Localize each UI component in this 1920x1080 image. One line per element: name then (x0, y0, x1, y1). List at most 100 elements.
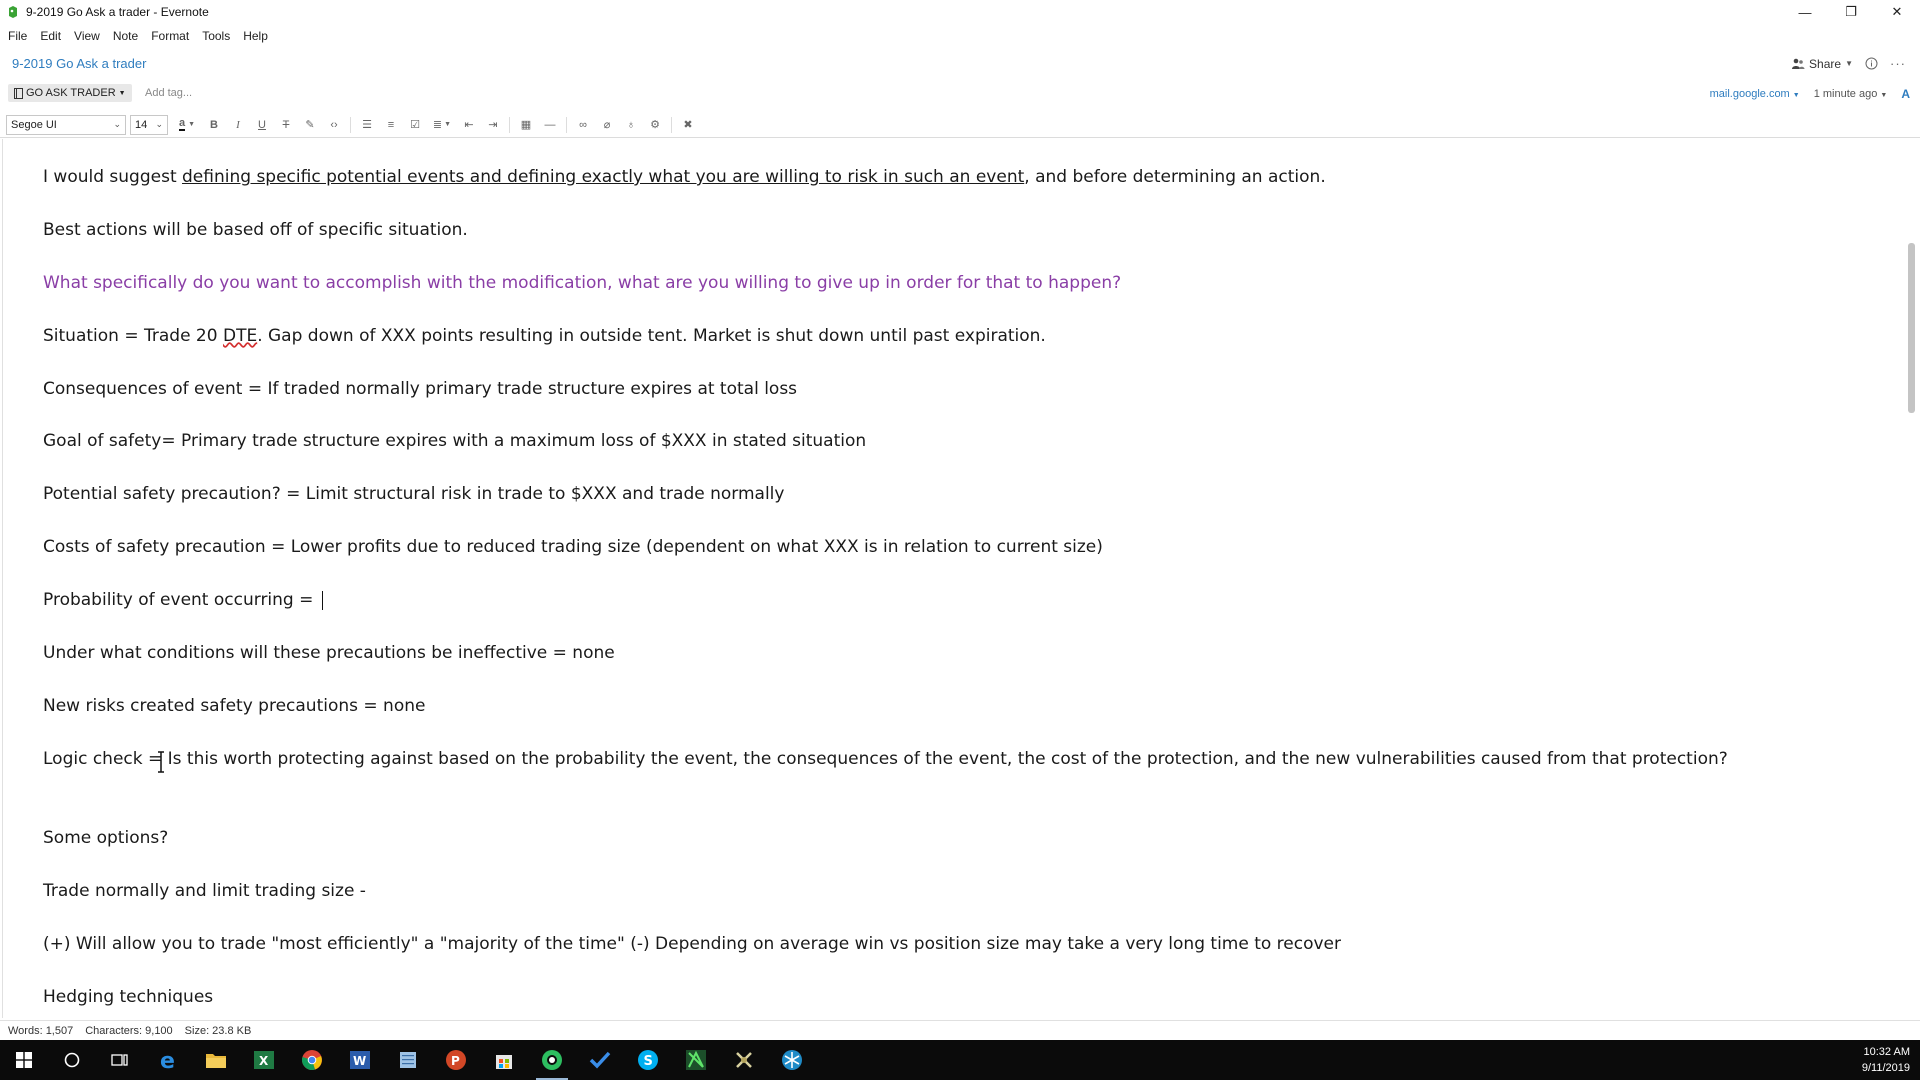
paragraph: Under what conditions will these precaut… (43, 643, 615, 663)
taskbar-edge[interactable]: e (144, 1040, 192, 1080)
menu-help[interactable]: Help (243, 29, 268, 43)
taskbar-snowflake-app[interactable] (768, 1040, 816, 1080)
store-icon (496, 1055, 512, 1069)
font-family-select[interactable]: Segoe UI ⌄ (6, 114, 126, 135)
cortana-button[interactable] (48, 1040, 96, 1080)
attach-button[interactable]: ⌀ (595, 115, 619, 135)
paragraph: I would suggest defining specific potent… (43, 167, 1326, 187)
add-tag-input[interactable]: Add tag... (145, 87, 192, 99)
taskbar-powerpoint[interactable]: P (432, 1040, 480, 1080)
svg-text:S: S (644, 1054, 653, 1069)
highlight-button[interactable]: ✎ (298, 115, 322, 135)
menu-tools[interactable]: Tools (202, 29, 230, 43)
checkbox-button[interactable]: ☑ (403, 115, 427, 135)
horizontal-rule-button[interactable]: — (538, 115, 562, 135)
scrollbar-thumb[interactable] (1908, 243, 1915, 413)
clear-format-button[interactable]: ✖ (676, 115, 700, 135)
code-icon: ‹› (330, 118, 338, 131)
paragraph: Costs of safety precaution = Lower profi… (43, 537, 1103, 557)
skype-icon: S (638, 1050, 658, 1070)
microphone-icon: ♁ (626, 118, 636, 131)
svg-text:P: P (451, 1054, 460, 1068)
italic-button[interactable]: I (226, 115, 250, 135)
taskbar-todo[interactable] (576, 1040, 624, 1080)
chevron-down-icon: ⌄ (155, 118, 163, 129)
align-button[interactable]: ≣ ▼ (427, 115, 457, 135)
taskbar-skype[interactable]: S (624, 1040, 672, 1080)
font-color-button[interactable]: a ▼ (172, 115, 202, 135)
note-actions: Share ▼ ··· (1791, 56, 1906, 71)
source-url-link[interactable]: mail.google.com ▼ (1710, 88, 1800, 100)
svg-text:e: e (160, 1049, 175, 1071)
paperclip-icon: ⌀ (603, 119, 611, 131)
taskbar-green-app[interactable] (672, 1040, 720, 1080)
windows-logo-icon (16, 1052, 32, 1068)
paragraph: Potential safety precaution? = Limit str… (43, 484, 785, 504)
table-button[interactable]: ▦ (514, 115, 538, 135)
taskbar-evernote[interactable] (528, 1040, 576, 1080)
snowflake-app-icon (782, 1050, 802, 1070)
bullet-list-button[interactable]: ☰ (355, 115, 379, 135)
chevron-down-icon: ⌄ (113, 118, 121, 129)
file-explorer-icon (206, 1054, 226, 1068)
ibeam-cursor-icon (158, 751, 164, 773)
note-editor[interactable]: I would suggest defining specific potent… (2, 139, 1902, 1018)
more-options-icon[interactable]: ··· (1890, 56, 1906, 71)
task-view-icon (111, 1054, 128, 1066)
outdent-button[interactable]: ⇤ (457, 115, 481, 135)
numbered-list-icon: ≡ (387, 118, 395, 131)
windows-taskbar: e X W P S 10:32 AM 9/11/2019 (0, 1040, 1920, 1080)
menu-edit[interactable]: Edit (40, 29, 61, 43)
share-label: Share (1809, 56, 1842, 71)
menu-view[interactable]: View (74, 29, 100, 43)
clock-date: 9/11/2019 (1861, 1062, 1910, 1074)
bold-button[interactable]: B (202, 115, 226, 135)
task-view-button[interactable] (96, 1040, 144, 1080)
editor-scrollbar[interactable] (1904, 139, 1918, 1018)
strikethrough-button[interactable]: T (274, 115, 298, 135)
menu-bar: File Edit View Note Format Tools Help (0, 26, 281, 46)
taskbar-file-explorer[interactable] (192, 1040, 240, 1080)
gear-icon: ⚙ (650, 119, 660, 131)
record-audio-button[interactable]: ♁ (619, 115, 643, 135)
share-button[interactable]: Share ▼ (1791, 57, 1853, 71)
checkbox-icon: ☑ (410, 119, 420, 131)
code-block-button[interactable]: ‹› (322, 115, 346, 135)
note-title[interactable]: 9-2019 Go Ask a trader (12, 56, 146, 71)
svg-text:X: X (259, 1054, 269, 1068)
more-format-button[interactable]: ⚙ (643, 115, 667, 135)
paragraph: Trade normally and limit trading size - (43, 881, 366, 901)
start-button[interactable] (0, 1040, 48, 1080)
menu-file[interactable]: File (8, 29, 27, 43)
taskbar-notepad[interactable] (384, 1040, 432, 1080)
paragraph: Hedging techniques (43, 987, 214, 1007)
character-count: Characters: 9,100 (85, 1024, 173, 1037)
chevron-down-icon: ▼ (1845, 59, 1853, 68)
system-clock[interactable]: 10:32 AM 9/11/2019 (1862, 1044, 1910, 1076)
indent-button[interactable]: ⇥ (481, 115, 505, 135)
note-meta: mail.google.com ▼ 1 minute ago ▼ A (1710, 87, 1910, 101)
notebook-selector[interactable]: GO ASK TRADER ▼ (8, 84, 132, 102)
restore-button[interactable]: ❐ (1828, 0, 1874, 24)
close-button[interactable]: ✕ (1874, 0, 1920, 24)
taskbar-word[interactable]: W (336, 1040, 384, 1080)
font-size-select[interactable]: 14 ⌄ (130, 114, 168, 135)
word-count: Words: 1,507 (8, 1024, 74, 1037)
text-style-icon[interactable]: A (1901, 87, 1910, 101)
people-icon (1792, 58, 1805, 69)
bullet-list-icon: ☰ (362, 119, 372, 131)
info-icon[interactable] (1865, 57, 1878, 70)
underline-button[interactable]: U (250, 115, 274, 135)
spellcheck-word[interactable]: DTE (223, 326, 257, 346)
updated-time[interactable]: 1 minute ago ▼ (1814, 88, 1888, 100)
link-button[interactable]: ∞ (571, 115, 595, 135)
numbered-list-button[interactable]: ≡ (379, 115, 403, 135)
italic-icon: I (236, 118, 240, 131)
taskbar-tool-app[interactable] (720, 1040, 768, 1080)
taskbar-excel[interactable]: X (240, 1040, 288, 1080)
minimize-button[interactable]: — (1782, 0, 1828, 24)
menu-note[interactable]: Note (113, 29, 138, 43)
menu-format[interactable]: Format (151, 29, 189, 43)
taskbar-chrome[interactable] (288, 1040, 336, 1080)
taskbar-store[interactable] (480, 1040, 528, 1080)
